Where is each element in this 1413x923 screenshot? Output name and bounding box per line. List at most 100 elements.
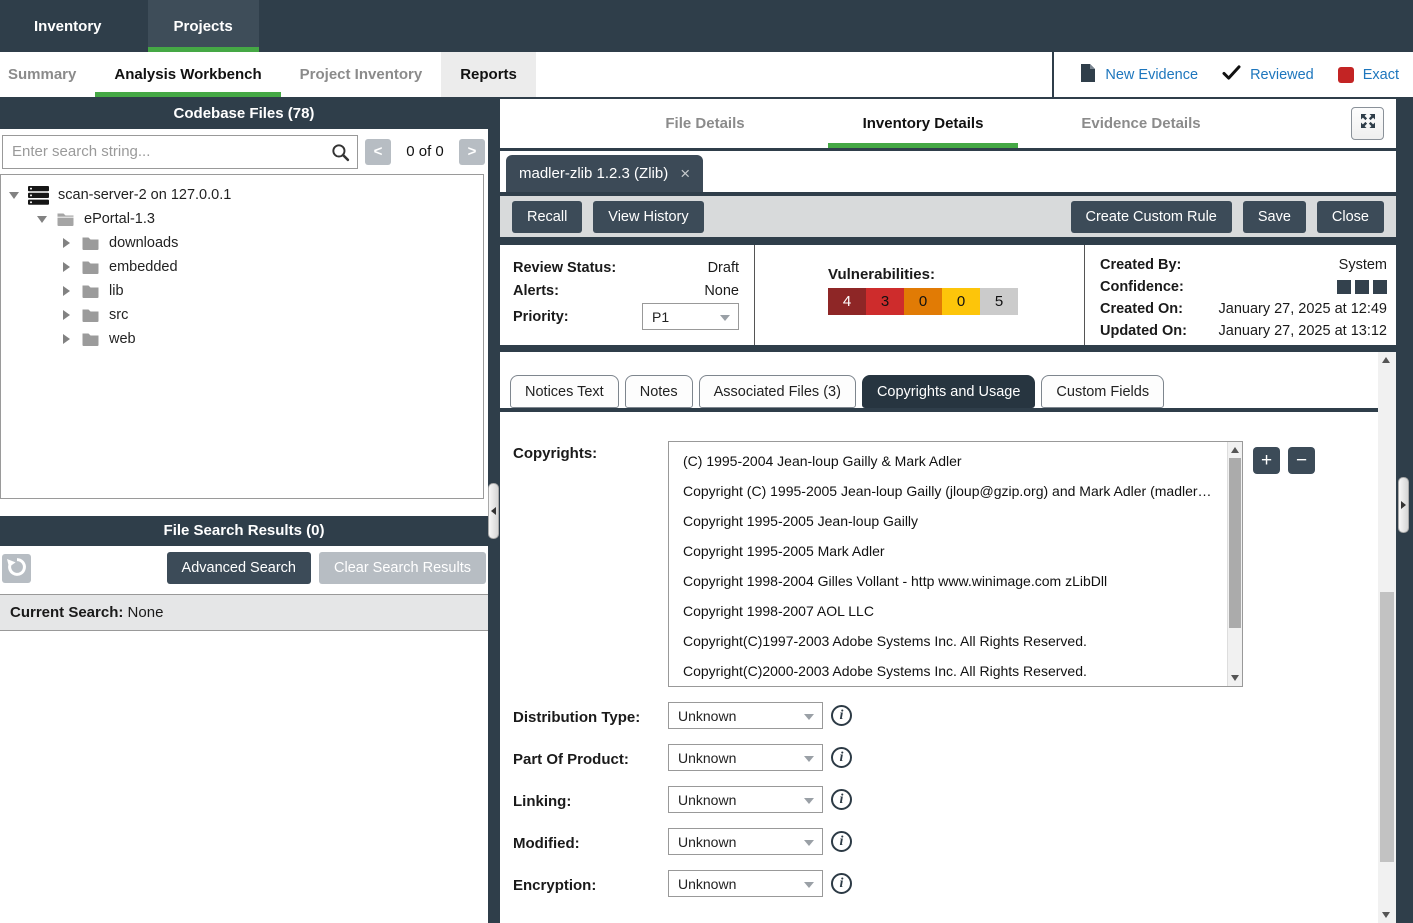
copyright-entry[interactable]: Copyright(C)2000-2003 Adobe Systems Inc.… bbox=[683, 656, 1212, 686]
copyright-entry[interactable]: Copyright (C) 1995-2005 Jean-loup Gailly… bbox=[683, 476, 1212, 506]
vuln-medium-segment[interactable]: 0 bbox=[904, 288, 942, 315]
linking-select[interactable]: Unknown bbox=[668, 786, 823, 813]
content-scrollbar[interactable] bbox=[1378, 352, 1396, 923]
copyright-entry[interactable]: Copyright(C)1997-2003 Adobe Systems Inc.… bbox=[683, 626, 1212, 656]
info-icon[interactable] bbox=[831, 747, 852, 768]
copyrights-scrollbar[interactable] bbox=[1227, 442, 1242, 686]
tree-item-label: src bbox=[109, 307, 128, 323]
recall-button[interactable]: Recall bbox=[512, 201, 582, 233]
tab-projects[interactable]: Projects bbox=[148, 0, 259, 52]
caret-right-icon[interactable] bbox=[63, 286, 70, 296]
tree-item-src[interactable]: src bbox=[1, 303, 483, 327]
refresh-button[interactable] bbox=[2, 554, 31, 583]
caret-right-icon[interactable] bbox=[63, 262, 70, 272]
tab-copyrights-and-usage[interactable]: Copyrights and Usage bbox=[862, 375, 1035, 408]
scroll-up-icon[interactable] bbox=[1382, 357, 1390, 363]
scroll-down-icon[interactable] bbox=[1382, 912, 1390, 918]
exact-marker-icon bbox=[1338, 67, 1354, 83]
info-icon[interactable] bbox=[831, 705, 852, 726]
clear-search-results-button[interactable]: Clear Search Results bbox=[319, 552, 486, 584]
create-custom-rule-button[interactable]: Create Custom Rule bbox=[1071, 201, 1232, 233]
vulnerabilities-label: Vulnerabilities: bbox=[828, 266, 1084, 283]
copyright-entry[interactable]: (C) 1995-2004 Jean-loup Gailly & Mark Ad… bbox=[683, 446, 1212, 476]
review-status-row: Review Status: Draft bbox=[513, 256, 739, 279]
panel-divider-left bbox=[488, 99, 500, 923]
top-nav: Inventory Projects bbox=[0, 0, 1413, 52]
info-icon[interactable] bbox=[831, 831, 852, 852]
tab-notes[interactable]: Notes bbox=[625, 375, 693, 408]
distribution-type-select[interactable]: Unknown bbox=[668, 702, 823, 729]
tab-inventory[interactable]: Inventory bbox=[8, 0, 128, 52]
codebase-search-row: < 0 of 0 > bbox=[0, 129, 488, 174]
tree-item-web[interactable]: web bbox=[1, 327, 483, 351]
scroll-down-icon[interactable] bbox=[1231, 675, 1239, 681]
caret-down-icon[interactable] bbox=[9, 192, 19, 199]
save-button[interactable]: Save bbox=[1243, 201, 1306, 233]
caret-right-icon[interactable] bbox=[63, 310, 70, 320]
field-row-part-of-product: Part Of Product: Unknown bbox=[513, 744, 1378, 771]
vuln-low-segment[interactable]: 0 bbox=[942, 288, 980, 315]
copyrights-listbox[interactable]: (C) 1995-2004 Jean-loup Gailly & Mark Ad… bbox=[668, 441, 1243, 687]
encryption-select[interactable]: Unknown bbox=[668, 870, 823, 897]
encryption-value: Unknown bbox=[678, 876, 736, 892]
tree-item-label: lib bbox=[109, 283, 124, 299]
content-scroll-thumb[interactable] bbox=[1380, 592, 1394, 862]
scroll-up-icon[interactable] bbox=[1231, 447, 1239, 453]
search-next-button[interactable]: > bbox=[459, 139, 485, 165]
caret-right-icon[interactable] bbox=[63, 238, 70, 248]
copyrights-scroll-thumb[interactable] bbox=[1229, 458, 1241, 628]
vuln-none-segment[interactable]: 5 bbox=[980, 288, 1018, 315]
caret-right-icon[interactable] bbox=[63, 334, 70, 344]
tab-associated-files[interactable]: Associated Files (3) bbox=[699, 375, 856, 408]
collapse-right-handle[interactable] bbox=[1398, 477, 1409, 533]
add-copyright-button[interactable]: + bbox=[1253, 447, 1280, 474]
tab-custom-fields[interactable]: Custom Fields bbox=[1041, 375, 1164, 408]
copyright-entry[interactable]: Copyright 1995-2005 Jean-loup Gailly bbox=[683, 506, 1212, 536]
priority-select[interactable]: P1 bbox=[642, 303, 739, 330]
tree-item-eportal[interactable]: ePortal-1.3 bbox=[1, 207, 483, 231]
tab-file-details[interactable]: File Details bbox=[610, 99, 800, 148]
advanced-search-button[interactable]: Advanced Search bbox=[167, 552, 311, 584]
close-button[interactable]: Close bbox=[1317, 201, 1384, 233]
status-vulnerabilities-column: Vulnerabilities: 4 3 0 0 5 bbox=[755, 245, 1085, 345]
file-search-results-header: File Search Results (0) bbox=[0, 516, 488, 546]
confidence-row: Confidence: bbox=[1100, 276, 1387, 298]
copyright-entry[interactable]: Copyright 1998-2007 AOL LLC bbox=[683, 596, 1212, 626]
caret-down-icon[interactable] bbox=[37, 216, 47, 223]
tab-project-inventory[interactable]: Project Inventory bbox=[281, 52, 442, 97]
copyright-entry[interactable]: Copyright 1998-2004 Gilles Vollant - htt… bbox=[683, 566, 1212, 596]
legend-exact-label: Exact bbox=[1363, 67, 1399, 83]
modified-select[interactable]: Unknown bbox=[668, 828, 823, 855]
tree-item-embedded[interactable]: embedded bbox=[1, 255, 483, 279]
expand-icon bbox=[1358, 111, 1378, 136]
info-icon[interactable] bbox=[831, 789, 852, 810]
part-of-product-select[interactable]: Unknown bbox=[668, 744, 823, 771]
search-icon[interactable] bbox=[331, 143, 350, 167]
expand-panel-button[interactable] bbox=[1351, 107, 1384, 140]
vuln-high-segment[interactable]: 3 bbox=[866, 288, 904, 315]
info-icon[interactable] bbox=[831, 873, 852, 894]
vulnerabilities-bar: 4 3 0 0 5 bbox=[828, 288, 1018, 315]
tree-item-scan-server[interactable]: scan-server-2 on 127.0.0.1 bbox=[1, 183, 483, 207]
search-prev-button[interactable]: < bbox=[365, 139, 391, 165]
codebase-search-input[interactable] bbox=[3, 136, 357, 168]
inventory-toolbar: Recall View History Create Custom Rule S… bbox=[500, 196, 1396, 245]
vuln-critical-segment[interactable]: 4 bbox=[828, 288, 866, 315]
inventory-item-tab[interactable]: madler-zlib 1.2.3 (Zlib) × bbox=[506, 155, 703, 192]
tab-evidence-details[interactable]: Evidence Details bbox=[1046, 99, 1236, 148]
tab-reports[interactable]: Reports bbox=[441, 52, 536, 97]
copyright-entry[interactable]: Copyright 1995-2005 Mark Adler bbox=[683, 536, 1212, 566]
tab-analysis-workbench[interactable]: Analysis Workbench bbox=[95, 52, 280, 97]
tab-notices-text[interactable]: Notices Text bbox=[510, 375, 619, 408]
remove-copyright-button[interactable]: − bbox=[1288, 447, 1315, 474]
tab-summary[interactable]: Summary bbox=[0, 52, 95, 97]
linking-label: Linking: bbox=[513, 789, 668, 810]
view-history-button[interactable]: View History bbox=[593, 201, 703, 233]
tree-item-lib[interactable]: lib bbox=[1, 279, 483, 303]
confidence-block bbox=[1355, 280, 1369, 294]
close-icon[interactable]: × bbox=[680, 165, 690, 182]
tree-item-downloads[interactable]: downloads bbox=[1, 231, 483, 255]
collapse-left-handle[interactable] bbox=[488, 483, 499, 539]
collapse-left-icon bbox=[491, 507, 496, 515]
tab-inventory-details[interactable]: Inventory Details bbox=[828, 99, 1018, 148]
